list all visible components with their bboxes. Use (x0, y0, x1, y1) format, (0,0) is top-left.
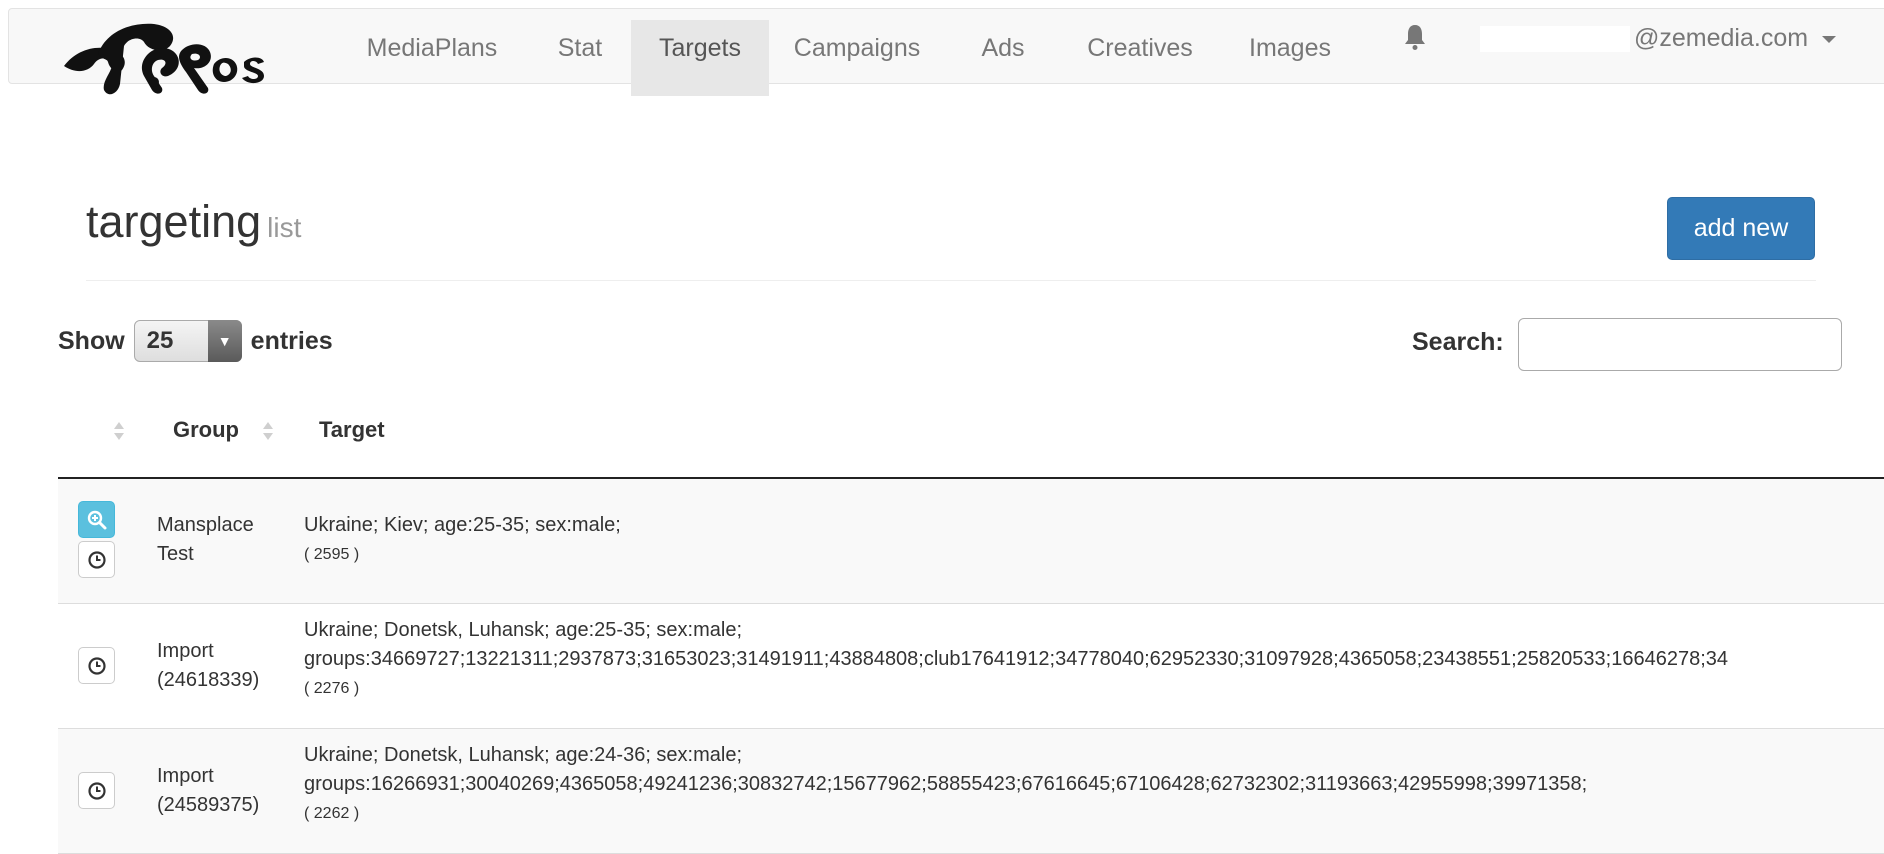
redacted-username (1480, 26, 1630, 53)
user-menu[interactable]: @zemedia.com (1480, 10, 1837, 66)
nav-targets[interactable]: Targets (631, 20, 769, 96)
nav-creatives[interactable]: Creatives (1070, 20, 1210, 96)
entries-select[interactable]: 25 ▼ (133, 320, 242, 362)
sort-icon[interactable] (112, 416, 126, 446)
clock-icon (87, 550, 106, 569)
search-input[interactable] (1518, 318, 1842, 371)
table-row: Import (24618339) Ukraine; Donetsk, Luha… (58, 604, 1884, 729)
brand-logo[interactable] (58, 14, 288, 106)
target-line: Ukraine; Donetsk, Luhansk; age:25-35; se… (304, 619, 743, 641)
add-new-button[interactable]: add new (1667, 197, 1815, 260)
target-cell: Ukraine; Kiev; age:25-35; sex:male; ( 25… (304, 511, 1884, 570)
zoom-in-icon (87, 510, 106, 529)
search-label: Search: (1412, 328, 1504, 356)
group-cell: Import (24589375) (157, 765, 260, 816)
column-header-group[interactable]: Group (173, 417, 239, 443)
target-line: Ukraine; Donetsk, Luhansk; age:24-36; se… (304, 744, 743, 766)
clock-icon (87, 656, 106, 675)
show-label: Show (58, 326, 125, 355)
entries-select-value: 25 (146, 327, 174, 354)
table-header: Group Target (58, 400, 1884, 478)
page-title: targeting list (86, 196, 301, 248)
entries-length-control: Show 25 ▼ entries (58, 320, 333, 362)
nav-images[interactable]: Images (1240, 20, 1340, 96)
user-email: @zemedia.com (1634, 24, 1809, 52)
target-count: ( 2595 ) (304, 546, 360, 563)
nav-ads[interactable]: Ads (972, 20, 1034, 96)
target-line: Ukraine; Kiev; age:25-35; sex:male; (304, 514, 621, 536)
target-count: ( 2262 ) (304, 805, 360, 822)
group-cell: Mansplace Test (157, 514, 254, 565)
page-subtitle: list (267, 212, 302, 243)
bell-icon[interactable] (1402, 22, 1428, 52)
clock-icon (87, 781, 106, 800)
view-button[interactable] (78, 501, 115, 538)
history-button[interactable] (78, 647, 115, 684)
target-line: groups:34669727;13221311;2937873;3165302… (304, 648, 1729, 670)
table-row: Import (24589375) Ukraine; Donetsk, Luha… (58, 729, 1884, 854)
sort-icon[interactable] (261, 416, 275, 446)
table-row: Mansplace Test Ukraine; Kiev; age:25-35;… (58, 479, 1884, 604)
column-header-target[interactable]: Target (319, 417, 385, 443)
history-button[interactable] (78, 772, 115, 809)
target-cell: Ukraine; Donetsk, Luhansk; age:25-35; se… (304, 616, 1884, 704)
history-button[interactable] (78, 541, 115, 578)
nav-campaigns[interactable]: Campaigns (782, 20, 932, 96)
page-title-text: targeting (86, 196, 262, 247)
chevron-down-icon (1822, 35, 1837, 43)
group-cell: Import (24618339) (157, 640, 260, 691)
triangle-down-icon: ▼ (207, 320, 242, 362)
entries-label: entries (250, 326, 333, 355)
header-divider (86, 280, 1816, 281)
target-count: ( 2276 ) (304, 680, 360, 697)
target-cell: Ukraine; Donetsk, Luhansk; age:24-36; se… (304, 741, 1884, 829)
nav-stat[interactable]: Stat (545, 20, 615, 96)
nav-mediaplans[interactable]: MediaPlans (358, 20, 506, 96)
target-line: groups:16266931;30040269;4365058;4924123… (304, 773, 1588, 795)
